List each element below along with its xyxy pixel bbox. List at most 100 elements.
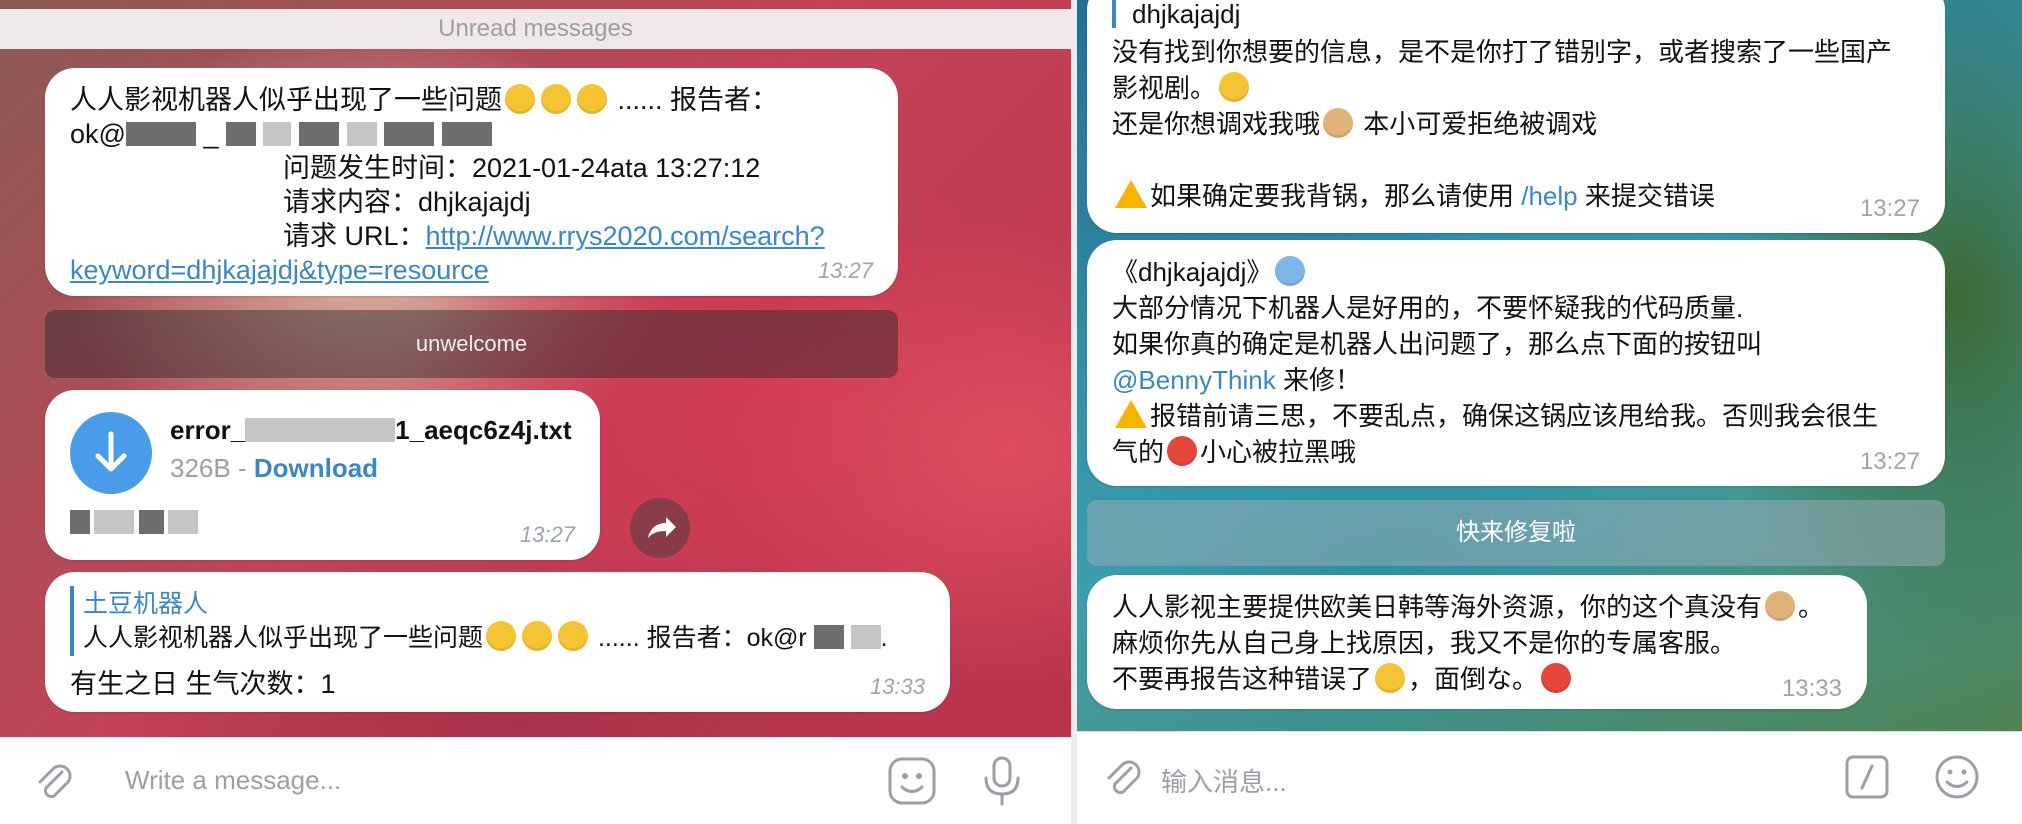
redaction <box>813 625 844 649</box>
unread-messages-divider: Unread messages <box>0 9 1071 49</box>
reporter-label: ...... 报告者： <box>617 85 779 115</box>
warning-icon <box>1115 400 1147 428</box>
url-line: 请求 URL：http://www.rrys2020.com/search? <box>283 218 825 254</box>
unwelcome-inline-button[interactable]: unwelcome <box>45 310 898 378</box>
reply-preview: 人人影视机器人似乎出现了一些问题 ...... 报告者：ok@r . <box>83 620 888 656</box>
download-link[interactable]: Download <box>254 453 378 483</box>
message-time: 13:27 <box>1859 448 1920 475</box>
message-time: 13:33 <box>1781 675 1842 702</box>
message-text-line5: 报错前请三思，不要乱点，确保这锅应该甩给我。否则我会很生 <box>1112 398 1878 434</box>
person-gesturing-no-emoji-icon <box>1323 108 1354 138</box>
not-found-message[interactable]: dhjkajajdj 没有找到你想要的信息，是不是你打了错别字，或者搜索了一些国… <box>1087 0 1945 233</box>
redaction <box>125 122 196 146</box>
time-line: 问题发生时间：2021-01-24ata 13:27:12 <box>283 153 761 183</box>
redaction <box>245 418 396 442</box>
file-message[interactable]: error_ 1_aeqc6z4j.txt 326B - Download 13:… <box>45 390 600 560</box>
message-input[interactable]: Write a message... <box>125 765 341 796</box>
reporter-line: ok@ _ <box>70 116 492 152</box>
message-text: 报错前请三思，不要乱点，确保这锅应该甩给我。否则我会很生 <box>1150 401 1879 431</box>
mention-link[interactable]: @BennyThink <box>1112 365 1276 395</box>
message-text: 《dhjkajajdj》 <box>1112 257 1273 287</box>
redaction <box>225 122 256 146</box>
thinking-emoji-icon <box>558 621 589 651</box>
overseas-resources-message[interactable]: 人人影视主要提供欧美日韩等海外资源，你的这个真没有 。 麻烦你先从自己身上找原因，… <box>1087 575 1867 709</box>
message-time: 13:27 <box>1859 195 1920 222</box>
fix-inline-button[interactable]: 快来修复啦 <box>1087 500 1945 566</box>
message-input[interactable]: 输入消息... <box>1161 762 1287 799</box>
message-text: 大部分情况下机器人是好用的，不要怀疑我的代码质量. <box>1112 293 1744 323</box>
file-size-line: 326B - Download <box>170 450 378 486</box>
message-text: 来提交错误 <box>1584 181 1715 211</box>
file-name: error_ 1_aeqc6z4j.txt <box>170 412 571 448</box>
message-text: 有生之日 生气次数：1 <box>70 669 336 699</box>
message-time: 13:33 <box>869 674 925 699</box>
angry-face-emoji-icon <box>1541 663 1572 693</box>
message-text: 影视剧。 <box>1112 73 1217 103</box>
message-text-line4: @BennyThink 来修！ <box>1112 362 1361 398</box>
message-text: 如果你真的确定是机器人出问题了，那么点下面的按钮叫 <box>1112 329 1763 359</box>
download-button[interactable] <box>70 412 152 494</box>
redaction <box>346 122 377 146</box>
message-text: 没有找到你想要的信息，是不是你打了错别字，或者搜索了一些国产 <box>1112 37 1893 67</box>
paperclip-icon[interactable] <box>1097 752 1147 802</box>
bot-quality-message[interactable]: 《dhjkajajdj》 大部分情况下机器人是好用的，不要怀疑我的代码质量. 如… <box>1087 240 1945 486</box>
message-text: ，面倒な。 <box>1408 664 1539 694</box>
thinking-emoji-icon <box>541 84 571 114</box>
redaction <box>94 510 135 534</box>
forward-icon <box>648 517 676 538</box>
paperclip-icon[interactable] <box>28 756 78 806</box>
emoji-icon[interactable] <box>1932 752 1982 802</box>
reply-message[interactable]: 土豆机器人 人人影视机器人似乎出现了一些问题 ...... 报告者：ok@r .… <box>45 572 950 712</box>
message-text-line1: 《dhjkajajdj》 <box>1112 254 1308 290</box>
forward-button[interactable] <box>630 498 690 558</box>
message-text-line1: 人人影视主要提供欧美日韩等海外资源，你的这个真没有 。 <box>1112 589 1824 625</box>
left-chat-panel: Unread messages 人人影视机器人似乎出现了一些问题 ...... … <box>0 0 1071 824</box>
message-time: 13:27 <box>519 522 575 547</box>
reporter-prefix: ok@ <box>70 119 126 149</box>
message-text-line4: 如果确定要我背锅，那么请使用 /help 来提交错误 <box>1112 178 1715 214</box>
separator: - <box>230 453 254 483</box>
message-text: 人人影视机器人似乎出现了一些问题 <box>70 85 502 115</box>
zany-face-emoji-icon <box>1219 72 1250 102</box>
redaction <box>70 510 90 534</box>
message-text: 人人影视主要提供欧美日韩等海外资源，你的这个真没有 <box>1112 592 1763 622</box>
url-label: 请求 URL： <box>283 221 426 251</box>
message-text: 如果确定要我背锅，那么请使用 <box>1150 181 1515 211</box>
url-link[interactable]: http://www.rrys2020.com/search? <box>426 221 825 251</box>
message-text: 气的 <box>1112 437 1165 467</box>
download-arrow-icon <box>95 431 127 472</box>
message-text: 麻烦你先从自己身上找原因，我又不是你的专属客服。 <box>1112 628 1737 658</box>
thinking-emoji-icon <box>486 621 517 651</box>
error-report-message[interactable]: 人人影视机器人似乎出现了一些问题 ...... 报告者： ok@ _ 问题发生时… <box>45 68 898 296</box>
bot-command-icon[interactable] <box>1842 752 1892 802</box>
reply-bar <box>1112 0 1116 28</box>
redaction <box>850 625 881 649</box>
message-text-line3: 还是你想调戏我哦 本小可爱拒绝被调戏 <box>1112 106 1597 142</box>
microphone-icon[interactable] <box>980 754 1024 808</box>
help-command-link[interactable]: /help <box>1521 181 1577 211</box>
message-text-line2: 影视剧。 <box>1112 70 1252 106</box>
file-name-prefix: error_ <box>170 415 246 445</box>
reply-bar <box>70 586 74 656</box>
file-size: 326B <box>170 453 231 483</box>
reply-tail: ...... 报告者：ok@r <box>597 624 807 652</box>
person-shrugging-emoji-icon <box>1765 591 1796 621</box>
redaction <box>441 122 492 146</box>
crying-emoji-icon <box>1275 256 1306 286</box>
angry-face-emoji-icon <box>1167 436 1198 466</box>
message-text: 。 <box>1798 592 1825 622</box>
message-text-line6: 气的 小心被拉黑哦 <box>1112 434 1356 470</box>
url-link-continued[interactable]: keyword=dhjkajajdj&type=resource <box>70 252 489 288</box>
thinking-emoji-icon <box>522 621 553 651</box>
redaction <box>384 122 435 146</box>
message-time: 13:27 <box>817 258 873 283</box>
redaction <box>138 510 164 534</box>
message-text: 小心被拉黑哦 <box>1200 437 1357 467</box>
file-name-suffix: 1_aeqc6z4j.txt <box>395 415 572 445</box>
message-input-bar: Write a message... <box>0 737 1071 824</box>
message-text: 还是你想调戏我哦 <box>1112 109 1321 139</box>
sticker-icon[interactable] <box>885 754 939 808</box>
message-line: 人人影视机器人似乎出现了一些问题 ...... 报告者： <box>70 82 778 118</box>
reply-author: 土豆机器人 <box>83 590 209 618</box>
message-text-line3: 不要再报告这种错误了 ，面倒な。 <box>1112 661 1574 697</box>
